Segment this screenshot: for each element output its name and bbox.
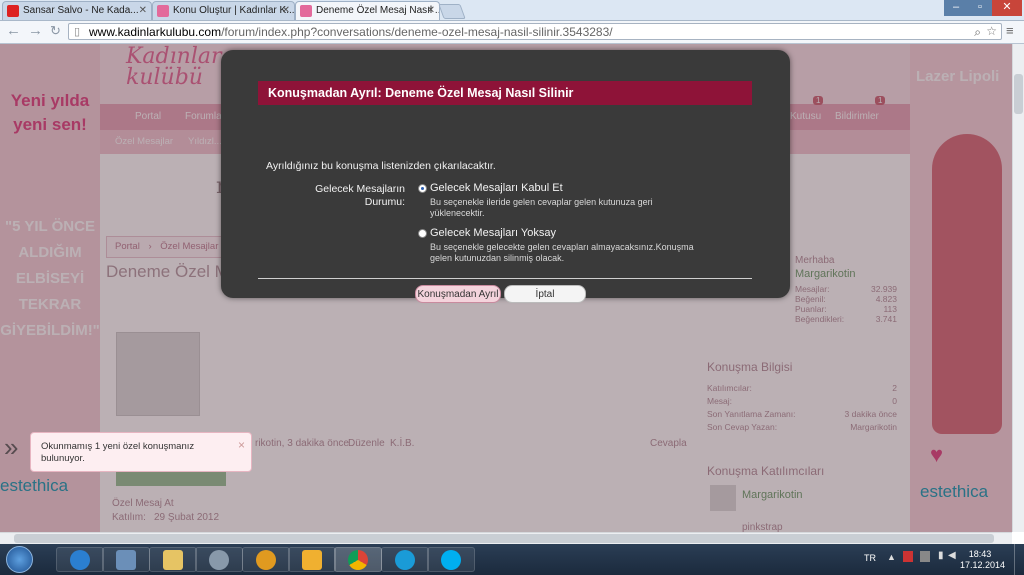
folder-icon xyxy=(163,550,183,570)
clock-time: 18:43 xyxy=(968,549,992,559)
browser-toolbar: ← → ↻ ▯ www.kadinlarkulubu.com/forum/ind… xyxy=(0,21,1024,44)
label-line: Gelecek Mesajların xyxy=(315,183,405,195)
reload-icon[interactable]: ↻ xyxy=(50,23,61,39)
taskbar-clock[interactable]: 18:43 17.12.2014 xyxy=(960,549,1006,571)
site-favicon-icon xyxy=(157,5,169,17)
close-icon[interactable]: × xyxy=(238,439,245,451)
dialog-intro: Ayrıldığınız bu konuşma listenizden çıka… xyxy=(266,160,496,172)
pencil-icon xyxy=(302,550,322,570)
page-icon: ▯ xyxy=(74,26,81,38)
toast-line: Okunmamış 1 yeni özel konuşmanız xyxy=(41,441,195,452)
maximize-icon[interactable]: ▫ xyxy=(968,0,992,16)
magnifier-icon xyxy=(209,550,229,570)
leave-conversation-button[interactable]: Konuşmadan Ayrıl xyxy=(415,285,501,303)
accept-future-radio[interactable] xyxy=(418,184,427,193)
site-favicon-icon xyxy=(300,5,312,17)
ignore-future-label[interactable]: Gelecek Mesajları Yoksay xyxy=(430,227,556,239)
taskbar-media[interactable] xyxy=(242,547,290,572)
chrome-icon xyxy=(348,550,368,570)
ignore-future-radio[interactable] xyxy=(418,229,427,238)
tab-label: Konu Oluştur | Kadınlar K... xyxy=(173,5,295,16)
tab-deneme-ozel-mesaj[interactable]: Deneme Özel Mesaj Nasıl ... ✕ xyxy=(295,1,440,20)
new-tab-button[interactable] xyxy=(438,4,466,19)
volume-icon[interactable]: ◀ xyxy=(948,550,956,561)
accept-future-description: Bu seçenekle ileride gelen cevaplar gele… xyxy=(430,197,653,219)
close-tab-icon[interactable]: ✕ xyxy=(282,2,290,20)
taskbar-chrome[interactable] xyxy=(334,547,382,572)
zoom-icon[interactable]: ⌕ xyxy=(974,24,981,41)
tray-device-icon[interactable] xyxy=(920,551,930,562)
e-app-icon xyxy=(395,550,415,570)
start-button-icon[interactable] xyxy=(6,546,33,573)
desc-line: Bu seçenekle ileride gelen cevaplar gele… xyxy=(430,197,653,207)
clock-date: 17.12.2014 xyxy=(960,560,1006,570)
skype-icon xyxy=(441,550,461,570)
future-messages-label: Gelecek Mesajların Durumu: xyxy=(290,183,405,209)
url-path: /forum/index.php?conversations/deneme-oz… xyxy=(221,25,613,39)
ignore-future-description: Bu seçenekle gelecekte gelen cevapları a… xyxy=(430,242,694,264)
dialog-title: Konuşmadan Ayrıl: Deneme Özel Mesaj Nası… xyxy=(258,81,752,105)
tool-icon xyxy=(116,550,136,570)
internet-explorer-icon xyxy=(70,550,90,570)
tray-arrow-icon[interactable]: ▲ xyxy=(887,552,896,562)
minimize-icon[interactable]: – xyxy=(944,0,968,16)
address-bar[interactable]: ▯ www.kadinlarkulubu.com/forum/index.php… xyxy=(68,23,1002,40)
forward-arrow-icon[interactable]: → xyxy=(28,22,43,39)
desc-line: gelen kutunuzdan silinmiş olacak. xyxy=(430,253,565,263)
show-desktop-button[interactable] xyxy=(1014,544,1024,575)
close-tab-icon[interactable]: ✕ xyxy=(427,2,435,20)
back-arrow-icon[interactable]: ← xyxy=(6,22,21,39)
tab-sansar-salvo[interactable]: Sansar Salvo - Ne Kada... ✕ xyxy=(2,1,152,20)
browser-tab-strip: Sansar Salvo - Ne Kada... ✕ Konu Oluştur… xyxy=(0,0,1024,21)
scrollbar-thumb[interactable] xyxy=(14,534,994,543)
dialog-divider xyxy=(258,278,752,279)
windows-taskbar: TR ▲ ▮ ◀ xyxy=(0,544,1024,575)
close-window-icon[interactable]: ✕ xyxy=(992,0,1022,16)
scrollbar-thumb[interactable] xyxy=(1014,74,1023,114)
media-player-icon xyxy=(256,550,276,570)
taskbar-ie[interactable] xyxy=(56,547,104,572)
cancel-button[interactable]: İptal xyxy=(504,285,586,303)
tab-konu-olustur[interactable]: Konu Oluştur | Kadınlar K... ✕ xyxy=(152,1,295,20)
tray-flag-icon[interactable] xyxy=(903,551,913,562)
network-icon[interactable]: ▮ xyxy=(938,550,944,561)
youtube-icon xyxy=(7,5,19,17)
taskbar-search[interactable] xyxy=(195,547,243,572)
taskbar-pencil[interactable] xyxy=(288,547,336,572)
label-line: Durumu: xyxy=(364,196,405,208)
toast-line: bulunuyor. xyxy=(41,453,85,464)
taskbar-tool[interactable] xyxy=(102,547,150,572)
taskbar-e-app[interactable] xyxy=(381,547,429,572)
bookmark-star-icon[interactable]: ☆ xyxy=(986,23,997,40)
accept-future-label[interactable]: Gelecek Mesajları Kabul Et xyxy=(430,182,563,194)
tab-label: Sansar Salvo - Ne Kada... xyxy=(23,5,139,16)
unread-conversation-toast[interactable]: Okunmamış 1 yeni özel konuşmanız bulunuy… xyxy=(30,432,252,472)
taskbar-skype[interactable] xyxy=(427,547,475,572)
taskbar-explorer[interactable] xyxy=(149,547,197,572)
desc-line: yüklenecektir. xyxy=(430,208,485,218)
url-domain: www.kadinlarkulubu.com xyxy=(89,25,222,39)
menu-icon[interactable]: ≡ xyxy=(1006,23,1014,38)
tab-label: Deneme Özel Mesaj Nasıl ... xyxy=(316,5,440,16)
close-tab-icon[interactable]: ✕ xyxy=(139,2,147,20)
language-indicator[interactable]: TR xyxy=(864,553,876,563)
vertical-scrollbar[interactable] xyxy=(1012,44,1024,532)
desc-line: Bu seçenekle gelecekte gelen cevapları a… xyxy=(430,242,694,252)
